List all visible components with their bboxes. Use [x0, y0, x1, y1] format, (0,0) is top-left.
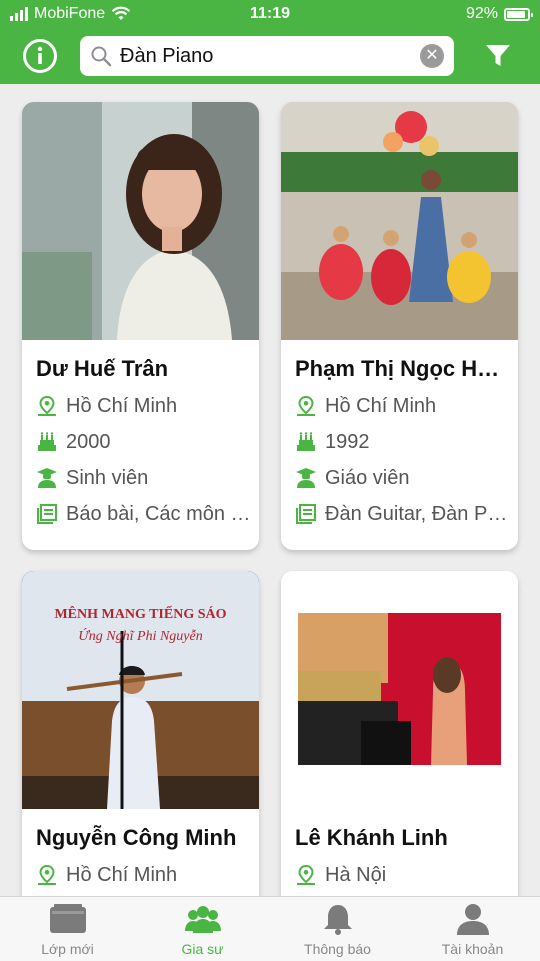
tab-tutors[interactable]: Gia sư — [135, 897, 270, 961]
clear-search-icon[interactable]: ✕ — [420, 44, 444, 68]
search-input[interactable] — [120, 44, 400, 68]
tutor-location: Hà Nội — [281, 857, 518, 893]
tutor-subjects: Đàn Guitar, Đàn Piano — [281, 496, 518, 532]
person-icon — [456, 904, 489, 935]
tutor-card[interactable]: Phạm Thị Ngọc Hạnh Hồ Chí Minh 1992 Giáo… — [281, 102, 518, 550]
tab-label: Lớp mới — [41, 941, 94, 957]
tab-bar: Lớp mới Gia sư Thông báo Tài khoản — [0, 896, 540, 961]
search-bar: ✕ — [80, 36, 454, 76]
top-bar: ✕ — [0, 30, 540, 84]
tutor-card[interactable]: MÊNH MANG TIẾNG SÁO Ứng Nghĩ Phi Nguyễn … — [22, 571, 259, 896]
photo-banner-title: MÊNH MANG TIẾNG SÁO — [54, 607, 227, 622]
clock: 11:19 — [249, 5, 291, 22]
graduate-icon — [296, 468, 316, 488]
graduate-icon — [37, 468, 57, 488]
tutor-occupation: Giáo viên — [281, 460, 518, 496]
tab-label: Gia sư — [181, 941, 224, 957]
tab-notifications[interactable]: Thông báo — [270, 897, 405, 961]
tutor-birth-year: 2000 — [22, 424, 259, 460]
battery-info: 92% — [465, 5, 533, 23]
tutor-name: Phạm Thị Ngọc Hạnh — [295, 356, 517, 381]
location-pin-icon — [297, 395, 315, 416]
bell-icon — [323, 905, 352, 935]
tutor-name: Nguyễn Công Minh — [36, 825, 237, 850]
location-pin-icon — [38, 395, 56, 416]
tab-label: Tài khoản — [441, 941, 504, 957]
tutor-name: Lê Khánh Linh — [295, 825, 448, 850]
tutor-subjects: Báo bài, Các môn học cấp 1 — [22, 496, 259, 532]
inbox-icon — [49, 904, 86, 933]
filter-icon[interactable] — [484, 42, 512, 70]
tab-account[interactable]: Tài khoản — [405, 897, 540, 961]
tutor-photo — [22, 102, 259, 340]
tutor-location: Hồ Chí Minh — [22, 857, 259, 893]
tab-label: Thông báo — [304, 941, 371, 957]
photo-banner-subtitle: Ứng Nghĩ Phi Nguyễn — [78, 629, 203, 644]
tab-new-classes[interactable]: Lớp mới — [0, 897, 135, 961]
book-list-icon — [296, 504, 316, 524]
tutor-location: Hồ Chí Minh — [22, 388, 259, 424]
tutor-location: Hồ Chí Minh — [281, 388, 518, 424]
group-icon — [184, 906, 221, 933]
tutor-card[interactable]: Dư Huế Trân Hồ Chí Minh 2000 Sinh viên B… — [22, 102, 259, 550]
status-bar: MobiFone 11:19 92% — [0, 0, 540, 30]
tutor-occupation: Sinh viên — [22, 460, 259, 496]
battery-icon — [504, 7, 533, 21]
birthday-cake-icon — [297, 432, 315, 451]
tutor-card[interactable]: Lê Khánh Linh Hà Nội — [281, 571, 518, 896]
birthday-cake-icon — [38, 432, 56, 451]
location-pin-icon — [38, 864, 56, 885]
location-pin-icon — [297, 864, 315, 885]
tutor-list: Dư Huế Trân Hồ Chí Minh 2000 Sinh viên B… — [0, 84, 540, 896]
tutor-photo — [281, 102, 518, 340]
search-icon — [91, 46, 112, 67]
tutor-birth-year: 1992 — [281, 424, 518, 460]
battery-percent: 92% — [465, 5, 498, 22]
book-list-icon — [37, 504, 57, 524]
info-icon[interactable] — [22, 38, 58, 74]
tutor-photo: MÊNH MANG TIẾNG SÁO Ứng Nghĩ Phi Nguyễn — [22, 571, 259, 809]
tutor-name: Dư Huế Trân — [36, 356, 169, 381]
tutor-photo — [281, 571, 518, 809]
